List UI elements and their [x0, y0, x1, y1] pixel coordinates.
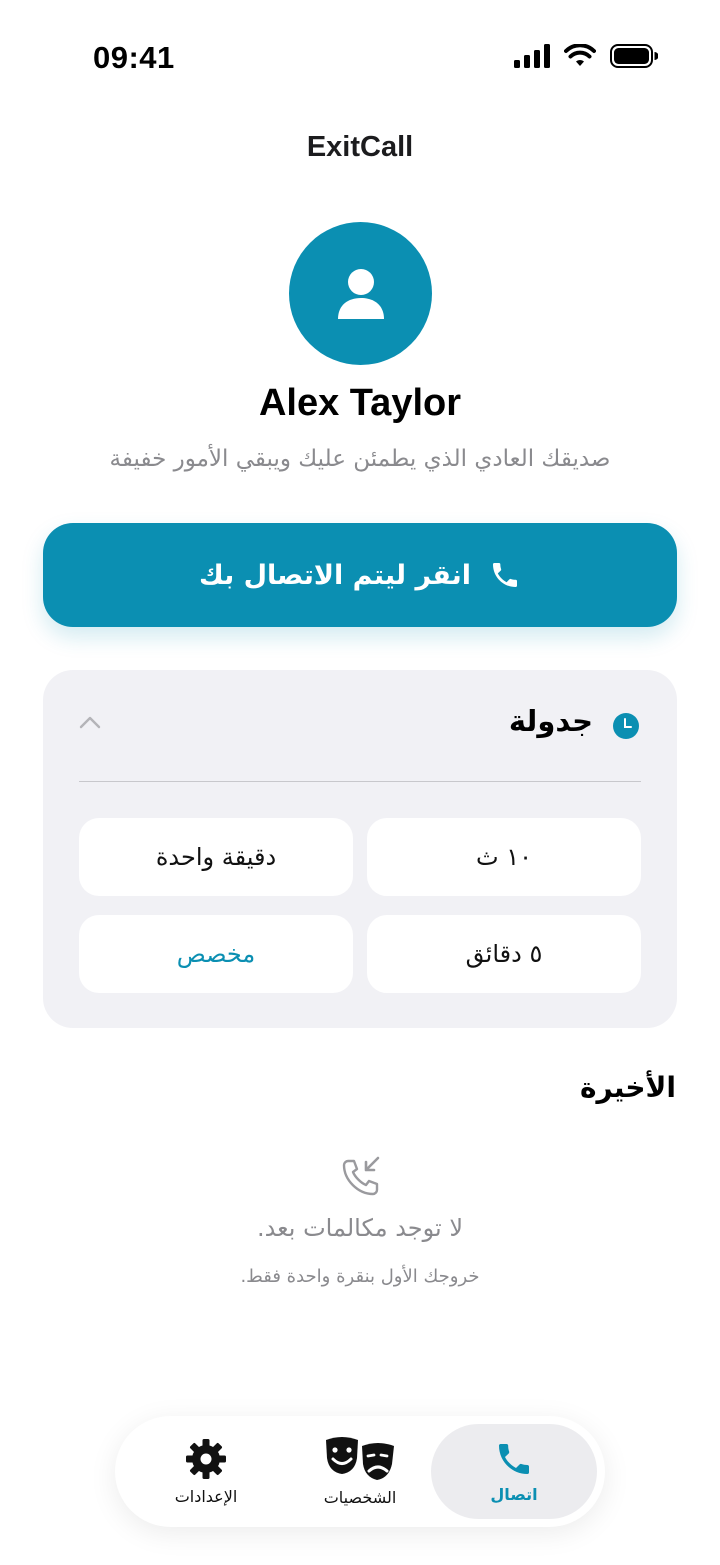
schedule-option-1min[interactable]: دقيقة واحدة [79, 818, 353, 896]
persona-name: Alex Taylor [258, 382, 462, 424]
schedule-header[interactable]: جدولة [43, 670, 677, 781]
tab-bar: اتصال الشخصيات الإعدادات [115, 1416, 605, 1527]
schedule-option-5min[interactable]: ٥ دقائق [367, 915, 641, 993]
tab-personas-label: الشخصيات [323, 1488, 397, 1507]
tab-call-label: اتصال [490, 1485, 538, 1504]
app-title: ExitCall [306, 131, 414, 163]
recent-title: الأخيرة [579, 1071, 676, 1104]
schedule-option-10s[interactable]: ١٠ ث [367, 818, 641, 896]
phone-icon [493, 563, 518, 587]
call-button-label: انقر ليتم الاتصال بك [198, 559, 472, 591]
chevron-up-icon[interactable] [79, 715, 101, 729]
schedule-divider [79, 781, 641, 782]
empty-calls-subtitle: خروجك الأول بنقرة واحدة فقط. [240, 1266, 480, 1287]
status-time: 09:41 [93, 40, 175, 75]
persona-avatar[interactable] [289, 222, 432, 365]
call-me-button[interactable]: انقر ليتم الاتصال بك [43, 523, 677, 627]
cellular-signal-icon [514, 44, 550, 68]
wifi-icon [564, 44, 596, 66]
person-icon [337, 268, 384, 319]
status-bar: 09:41 [0, 0, 720, 120]
theater-masks-icon [326, 1437, 394, 1480]
tab-settings-label: الإعدادات [174, 1487, 238, 1506]
phone-icon [499, 1444, 529, 1474]
battery-icon [610, 44, 658, 68]
tab-settings[interactable]: الإعدادات [123, 1424, 289, 1519]
incoming-call-icon [342, 1156, 380, 1196]
status-icons [514, 44, 658, 68]
gear-icon [186, 1439, 226, 1479]
schedule-card: جدولة ١٠ ث دقيقة واحدة ٥ دقائق مخصص [43, 670, 677, 1028]
persona-description: صديقك العادي الذي يطمئن عليك ويبقي الأمو… [109, 446, 611, 472]
clock-icon [613, 713, 639, 739]
schedule-title: جدولة [508, 704, 593, 738]
tab-call[interactable]: اتصال [431, 1424, 597, 1519]
schedule-option-custom[interactable]: مخصص [79, 915, 353, 993]
empty-calls-title: لا توجد مكالمات بعد. [256, 1214, 464, 1242]
tab-personas[interactable]: الشخصيات [277, 1424, 443, 1519]
